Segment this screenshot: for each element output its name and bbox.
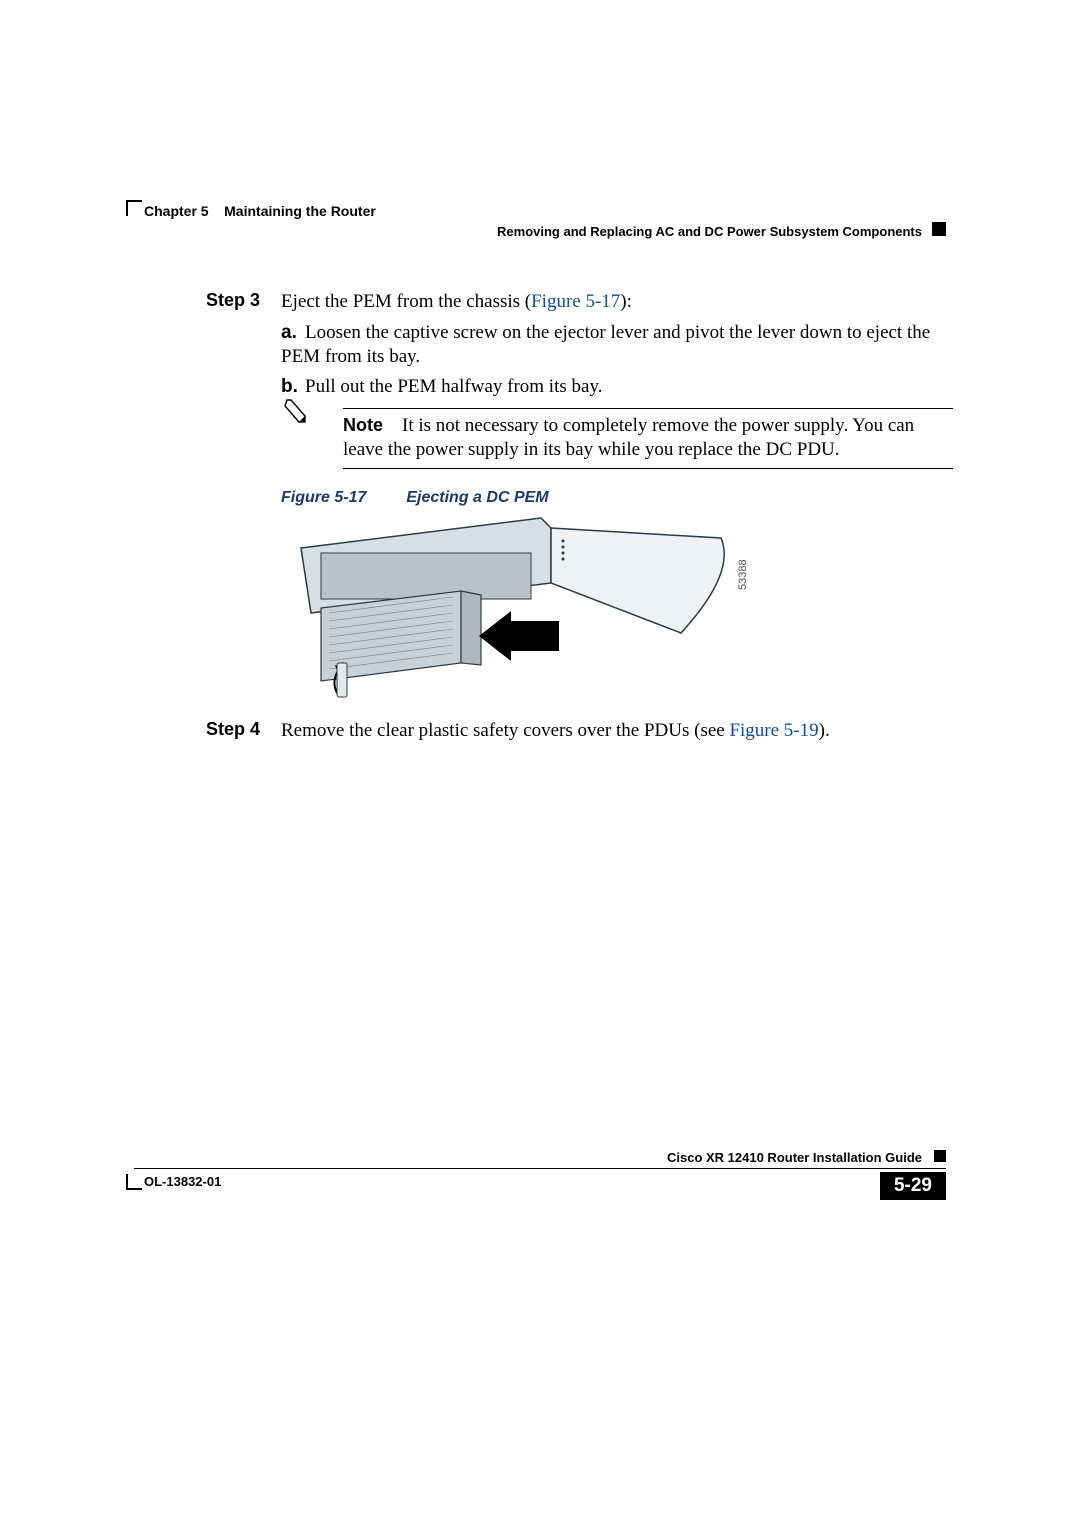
pencil-note-icon bbox=[281, 398, 309, 426]
note-label: Note bbox=[343, 415, 383, 435]
figure-id: 53388 bbox=[737, 559, 749, 590]
list-marker-b: b. bbox=[281, 375, 305, 399]
figure-number: Figure 5-17 bbox=[281, 489, 366, 507]
crop-mark-top-left bbox=[126, 200, 142, 216]
step-3-text: Eject the PEM from the chassis (Figure 5… bbox=[281, 290, 961, 314]
note-rule-top bbox=[343, 408, 953, 409]
step-3a-text: Loosen the captive screw on the ejector … bbox=[281, 322, 930, 367]
note-rule-bottom bbox=[343, 468, 953, 469]
figure-ref-5-19[interactable]: Figure 5-19 bbox=[729, 720, 818, 741]
step-3a: a.Loosen the captive screw on the ejecto… bbox=[281, 321, 941, 369]
step-3b-text: Pull out the PEM halfway from its bay. bbox=[305, 376, 602, 397]
chapter-title: Maintaining the Router bbox=[224, 203, 376, 219]
note-content: Note It is not necessary to completely r… bbox=[343, 414, 955, 462]
figure-caption: Figure 5-17 Ejecting a DC PEM bbox=[281, 489, 549, 507]
header-chapter: Chapter 5 Maintaining the Router bbox=[144, 203, 376, 219]
step-4-text: Remove the clear plastic safety covers o… bbox=[281, 719, 961, 743]
note-text: It is not necessary to completely remove… bbox=[343, 415, 914, 460]
footer-square-marker bbox=[934, 1150, 946, 1162]
step-3b: b.Pull out the PEM halfway from its bay. bbox=[281, 375, 941, 399]
crop-mark-bottom-left bbox=[126, 1174, 142, 1190]
footer-guide-title: Cisco XR 12410 Router Installation Guide bbox=[667, 1150, 922, 1165]
header-section: Removing and Replacing AC and DC Power S… bbox=[497, 224, 922, 239]
figure-title: Ejecting a DC PEM bbox=[406, 489, 548, 506]
step-3-label: Step 3 bbox=[206, 290, 260, 311]
figure-5-17-illustration bbox=[281, 513, 741, 718]
step-4-label: Step 4 bbox=[206, 719, 260, 740]
chapter-number: Chapter 5 bbox=[144, 203, 209, 219]
figure-ref-5-17[interactable]: Figure 5-17 bbox=[531, 291, 620, 312]
page-number: 5-29 bbox=[880, 1172, 946, 1200]
header-square-marker bbox=[932, 222, 946, 236]
footer-rule bbox=[134, 1168, 946, 1169]
footer-doc-number: OL-13832-01 bbox=[144, 1174, 221, 1189]
list-marker-a: a. bbox=[281, 321, 305, 345]
